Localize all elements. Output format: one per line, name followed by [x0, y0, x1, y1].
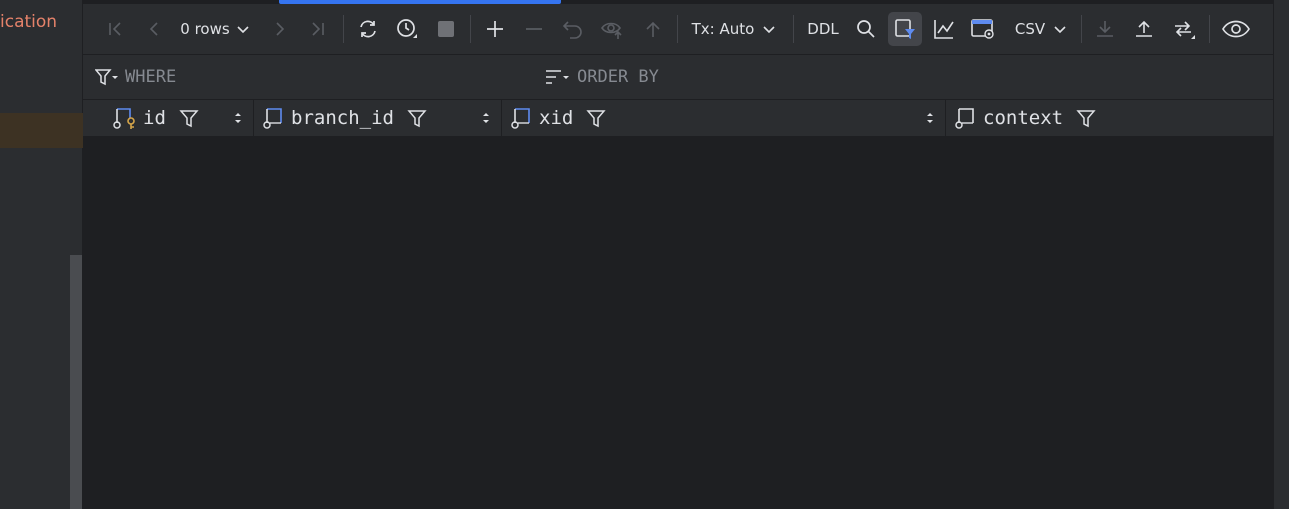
selected-tree-row[interactable] — [0, 113, 83, 148]
transaction-mode-label: Tx: Auto — [691, 20, 755, 38]
primary-key-column-icon — [112, 106, 138, 130]
filter-bar: WHERE ORDER BY — [83, 55, 1273, 100]
download-icon[interactable] — [1091, 12, 1119, 46]
toolbar-separator — [343, 15, 344, 43]
history-icon[interactable] — [393, 12, 421, 46]
refresh-icon[interactable] — [354, 12, 382, 46]
chevron-down-icon — [237, 26, 249, 34]
toolbar-separator — [470, 15, 471, 43]
column-name: branch_id — [291, 107, 394, 129]
first-page-icon[interactable] — [101, 12, 129, 46]
data-toolbar: 0 rows Tx: Auto DDL CSV — [83, 4, 1273, 55]
toolbar-separator — [793, 15, 794, 43]
sort-icon[interactable] — [481, 111, 491, 125]
column-header-row: id branch_id xid context — [83, 100, 1273, 136]
order-by-input[interactable]: ORDER BY — [545, 65, 659, 89]
where-label: WHERE — [125, 67, 177, 87]
prev-page-icon[interactable] — [140, 12, 168, 46]
export-format-selector[interactable]: CSV — [1008, 12, 1074, 46]
toolbar-separator — [1081, 15, 1082, 43]
column-filter-icon[interactable] — [1076, 108, 1096, 128]
empty-result-grid[interactable] — [83, 136, 1273, 509]
column-header-id[interactable]: id — [104, 100, 254, 136]
view-icon[interactable] — [1219, 12, 1253, 46]
grid-view-icon[interactable] — [969, 12, 997, 46]
column-header-xid[interactable]: xid — [502, 100, 946, 136]
toolbar-separator — [677, 15, 678, 43]
next-page-icon[interactable] — [266, 12, 294, 46]
submit-icon[interactable] — [639, 12, 667, 46]
upload-icon[interactable] — [1130, 12, 1158, 46]
column-name: id — [143, 107, 166, 129]
stop-icon[interactable] — [432, 12, 460, 46]
column-header-context[interactable]: context — [946, 100, 1273, 136]
column-filter-icon[interactable] — [179, 108, 199, 128]
search-icon[interactable] — [852, 12, 880, 46]
add-row-icon[interactable] — [481, 12, 509, 46]
column-filter-icon[interactable] — [407, 108, 427, 128]
chart-icon[interactable] — [930, 12, 958, 46]
rows-label: 0 rows — [180, 20, 230, 38]
toolbar-separator — [1209, 15, 1210, 43]
last-page-icon[interactable] — [304, 12, 332, 46]
chevron-down-icon — [1054, 26, 1066, 34]
revert-icon[interactable] — [559, 12, 587, 46]
left-panel: ication — [0, 0, 83, 509]
sort-icon[interactable] — [925, 111, 935, 125]
preview-icon[interactable] — [598, 12, 628, 46]
where-filter-input[interactable]: WHERE — [95, 65, 176, 89]
transaction-mode-selector[interactable]: Tx: Auto — [687, 12, 781, 46]
export-format-label: CSV — [1014, 20, 1046, 38]
chevron-down-icon — [763, 26, 775, 34]
where-filter-icon — [95, 69, 118, 86]
compare-icon[interactable] — [1169, 12, 1199, 46]
right-scrollbar-panel[interactable] — [1273, 0, 1289, 509]
order-by-label: ORDER BY — [577, 67, 659, 87]
filter-icon[interactable] — [888, 12, 922, 46]
sort-icon[interactable] — [233, 111, 243, 125]
ddl-label: DDL — [807, 20, 839, 38]
delete-row-icon[interactable] — [520, 12, 548, 46]
rows-selector[interactable]: 0 rows — [175, 12, 255, 46]
column-name: context — [983, 107, 1064, 129]
column-filter-icon[interactable] — [586, 108, 606, 128]
column-icon — [510, 106, 534, 130]
order-by-icon — [546, 70, 569, 84]
column-icon — [262, 106, 286, 130]
column-header-branch-id[interactable]: branch_id — [254, 100, 502, 136]
column-name: xid — [539, 107, 574, 129]
data-editor: 0 rows Tx: Auto DDL CSV WHERE ORDER BY i… — [83, 0, 1273, 509]
column-icon — [954, 106, 978, 130]
project-tree-label[interactable]: ication — [0, 12, 57, 32]
left-panel-scrollbar[interactable] — [70, 255, 82, 509]
ddl-button[interactable]: DDL — [801, 12, 845, 46]
